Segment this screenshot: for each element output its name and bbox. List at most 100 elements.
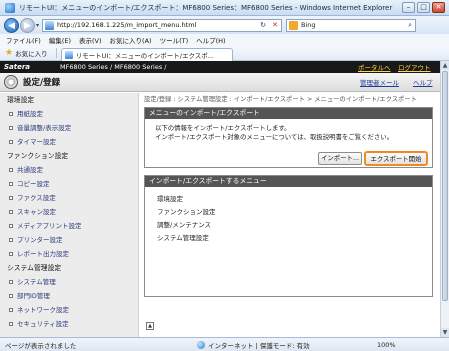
minimize-button[interactable]: –	[402, 2, 415, 13]
sidebar-item-label[interactable]: 共通設定	[17, 166, 43, 174]
panel-title: インポート/エクスポートするメニュー	[145, 176, 432, 187]
import-button[interactable]: インポート...	[318, 152, 362, 165]
list-item: 環境設定	[157, 195, 183, 203]
zone-text: インターネット | 保護モード: 有効	[208, 341, 310, 350]
sidebar-item-label[interactable]: ファクス設定	[17, 194, 56, 202]
bullet-icon	[9, 252, 13, 256]
security-zone: インターネット | 保護モード: 有効	[197, 340, 347, 350]
sidebar-item-label[interactable]: 用紙設定	[17, 110, 43, 118]
scroll-up-icon[interactable]: ▲	[441, 61, 449, 70]
url-text[interactable]: http://192.168.1.225/m_import_menu.html	[57, 21, 196, 29]
search-input[interactable]: Bing ⌕	[286, 18, 417, 32]
browser-tab[interactable]: リモートUI：メニューのインポート/エクスポ...	[60, 47, 233, 61]
sidebar-item-security[interactable]: セキュリティ設定	[0, 317, 138, 331]
sidebar-item-common[interactable]: 共通設定	[0, 163, 138, 177]
export-start-button[interactable]: エクスポート開始	[364, 151, 428, 166]
zoom-level[interactable]: 100%	[377, 341, 396, 349]
menu-file[interactable]: ファイル(F)	[6, 35, 41, 45]
sidebar-item-system-management[interactable]: システム管理	[0, 275, 138, 289]
window-titlebar: リモートUI：メニューのインポート/エクスポート：MF6800 Series：M…	[0, 0, 449, 16]
sidebar-item-label[interactable]: ネットワーク設定	[17, 306, 69, 314]
sidebar-item-timer[interactable]: タイマー設定	[0, 135, 138, 149]
scroll-down-icon[interactable]: ▼	[441, 328, 449, 337]
url-input[interactable]: http://192.168.1.225/m_import_menu.html …	[42, 18, 283, 32]
bullet-icon	[9, 182, 13, 186]
globe-icon	[197, 340, 205, 349]
maximize-button[interactable]: □	[417, 2, 430, 13]
sidebar-item-label[interactable]: 音量調整/表示設定	[17, 124, 71, 132]
status-bar: ページが表示されました インターネット | 保護モード: 有効 100%	[0, 337, 449, 351]
menu-help[interactable]: ヘルプ(H)	[196, 35, 225, 45]
search-engine-label: Bing	[301, 21, 316, 29]
sidebar-item-label[interactable]: メディアプリント設定	[17, 222, 82, 230]
page-icon	[45, 20, 55, 30]
sidebar: 環境設定 用紙設定 音量調整/表示設定 タイマー設定 ファンクション設定 共通設…	[0, 93, 139, 337]
refresh-icon[interactable]: ↻	[257, 21, 269, 29]
sidebar-item-fax[interactable]: ファクス設定	[0, 191, 138, 205]
sidebar-item-department-id[interactable]: 部門ID管理	[0, 289, 138, 303]
portal-link[interactable]: ポータルへ	[358, 62, 391, 72]
panel-title: メニューのインポート/エクスポート	[145, 108, 432, 119]
help-link[interactable]: ヘルプ	[413, 77, 433, 87]
list-item: ファンクション設定	[157, 208, 216, 216]
bullet-icon	[9, 294, 13, 298]
admin-mail-link[interactable]: 管理者メール	[360, 77, 399, 87]
bullet-icon	[9, 224, 13, 228]
bullet-icon	[9, 280, 13, 284]
sidebar-item-label[interactable]: コピー設定	[17, 180, 50, 188]
sidebar-item-paper[interactable]: 用紙設定	[0, 107, 138, 121]
sidebar-section-environment: 環境設定	[7, 96, 35, 104]
menu-view[interactable]: 表示(V)	[79, 35, 102, 45]
vertical-scrollbar[interactable]: ▲ ▼	[440, 61, 449, 337]
settings-gear-icon	[4, 75, 18, 89]
bullet-icon	[9, 210, 13, 214]
window-title: リモートUI：メニューのインポート/エクスポート：MF6800 Series：M…	[19, 3, 393, 12]
sidebar-item-copy[interactable]: コピー設定	[0, 177, 138, 191]
sidebar-item-label[interactable]: スキャン設定	[17, 208, 56, 216]
stop-icon[interactable]: ✕	[269, 21, 281, 29]
search-icon[interactable]: ⌕	[408, 21, 412, 30]
sidebar-item-volume-display[interactable]: 音量調整/表示設定	[0, 121, 138, 135]
window-controls: – □ ✕	[402, 2, 445, 13]
favorites-bar: ★ お気に入り リモートUI：メニューのインポート/エクスポ...	[0, 46, 449, 61]
ie-icon	[5, 2, 15, 13]
menu-tools[interactable]: ツール(T)	[160, 35, 189, 45]
history-dropdown-icon[interactable]: ▾	[36, 22, 39, 29]
main-content: 設定/登録 : システム管理設定 : インポート/エクスポート > メニューのイ…	[144, 93, 436, 337]
sidebar-item-printer[interactable]: プリンター設定	[0, 233, 138, 247]
status-text: ページが表示されました	[5, 341, 77, 350]
sidebar-item-label[interactable]: タイマー設定	[17, 138, 56, 146]
device-model: MF6800 Series / MF6800 Series /	[60, 63, 167, 71]
page-title: 設定/登録	[23, 78, 61, 88]
sidebar-section-system: システム管理設定	[7, 264, 62, 272]
back-button[interactable]: ◀	[4, 17, 19, 33]
sidebar-item-label[interactable]: 部門ID管理	[17, 292, 50, 300]
favorites-star-icon[interactable]: ★	[5, 48, 13, 58]
divider	[55, 48, 57, 58]
bullet-icon	[9, 308, 13, 312]
brand-logo: Satera	[4, 63, 31, 71]
menu-favorites[interactable]: お気に入り(A)	[110, 35, 152, 45]
logout-link[interactable]: ログアウト	[398, 62, 431, 72]
bullet-icon	[9, 238, 13, 242]
sidebar-item-network[interactable]: ネットワーク設定	[0, 303, 138, 317]
favorites-button[interactable]: お気に入り	[15, 48, 48, 58]
sidebar-item-media-print[interactable]: メディアプリント設定	[0, 219, 138, 233]
bullet-icon	[9, 196, 13, 200]
panel-description: 以下の情報をインポート/エクスポートします。 インポート/エクスポート対象のメニ…	[155, 124, 393, 142]
address-bar: ◀ ▶ ▾ http://192.168.1.225/m_import_menu…	[0, 16, 449, 34]
sidebar-item-report[interactable]: レポート出力設定	[0, 247, 138, 261]
sidebar-item-scan[interactable]: スキャン設定	[0, 205, 138, 219]
page-top-icon[interactable]: ▲	[146, 322, 154, 330]
sidebar-item-label[interactable]: システム管理	[17, 278, 56, 286]
scroll-thumb[interactable]	[442, 71, 448, 301]
forward-button[interactable]: ▶	[20, 17, 35, 33]
sidebar-item-label[interactable]: レポート出力設定	[17, 250, 69, 258]
close-button[interactable]: ✕	[432, 2, 445, 13]
sidebar-item-label[interactable]: プリンター設定	[17, 236, 63, 244]
sidebar-item-label[interactable]: セキュリティ設定	[17, 320, 69, 328]
bullet-icon	[9, 168, 13, 172]
tab-page-icon	[64, 50, 73, 59]
menu-bar: ファイル(F) 編集(E) 表示(V) お気に入り(A) ツール(T) ヘルプ(…	[0, 34, 449, 46]
menu-edit[interactable]: 編集(E)	[49, 35, 71, 45]
